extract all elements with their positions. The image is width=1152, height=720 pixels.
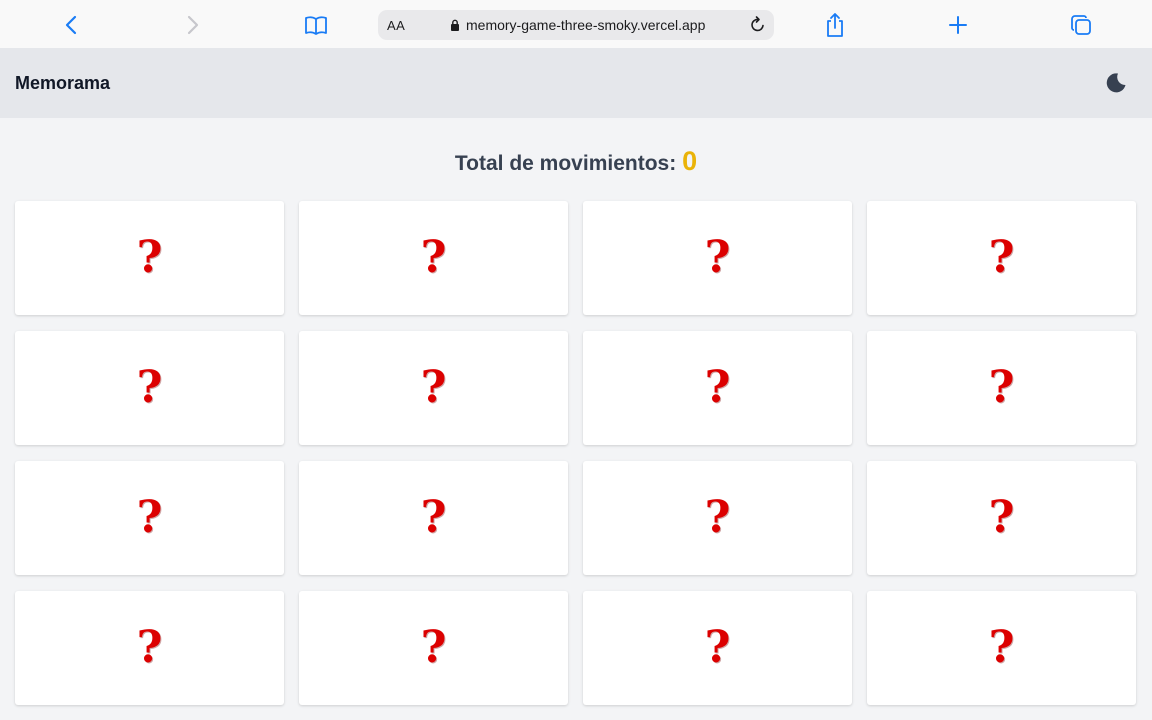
app-title: Memorama [15, 73, 111, 93]
card[interactable]: ? [299, 331, 568, 445]
browser-toolbar: AA memory-game-three-smoky.vercel.app [0, 0, 1152, 48]
card[interactable]: ? [583, 591, 852, 705]
question-mark-icon: ? [704, 492, 731, 543]
chevron-right-icon [187, 15, 199, 35]
card[interactable]: ? [15, 591, 284, 705]
question-mark-icon: ? [704, 362, 731, 413]
question-mark-icon: ? [136, 492, 163, 543]
back-button[interactable] [56, 10, 86, 40]
lock-icon [451, 19, 459, 31]
moon-icon [1106, 73, 1126, 93]
card[interactable]: ? [299, 591, 568, 705]
card[interactable]: ? [867, 591, 1136, 705]
card[interactable]: ? [867, 201, 1136, 315]
card-grid: ? ? ? ? ? ? ? ? ? ? ? ? ? ? ? ? [15, 201, 1136, 705]
question-mark-icon: ? [988, 622, 1015, 673]
card[interactable]: ? [299, 461, 568, 575]
question-mark-icon: ? [988, 492, 1015, 543]
share-button[interactable] [820, 10, 850, 40]
moves-counter: Total de movimientos: 0 [0, 146, 1152, 177]
forward-button[interactable] [178, 10, 208, 40]
text-size-button[interactable]: AA [387, 18, 405, 33]
tabs-overview-button[interactable] [1066, 10, 1096, 40]
card[interactable]: ? [299, 201, 568, 315]
text-size-label: AA [387, 18, 406, 33]
question-mark-icon: ? [420, 362, 447, 413]
question-mark-icon: ? [420, 622, 447, 673]
new-tab-button[interactable] [943, 10, 973, 40]
question-mark-icon: ? [988, 362, 1015, 413]
card[interactable]: ? [583, 201, 852, 315]
app-header: Memorama [0, 48, 1152, 118]
bookmarks-button[interactable] [301, 10, 331, 40]
question-mark-icon: ? [136, 622, 163, 673]
card[interactable]: ? [583, 331, 852, 445]
plus-icon [949, 16, 967, 34]
card[interactable]: ? [15, 201, 284, 315]
moves-label: Total de movimientos: [454, 152, 677, 175]
card[interactable]: ? [15, 331, 284, 445]
theme-toggle-button[interactable] [1104, 71, 1128, 95]
share-icon [827, 13, 843, 37]
question-mark-icon: ? [420, 492, 447, 543]
question-mark-icon: ? [988, 232, 1015, 283]
tabs-icon [1071, 15, 1091, 35]
card[interactable]: ? [583, 461, 852, 575]
address-bar[interactable]: AA memory-game-three-smoky.vercel.app [378, 10, 774, 40]
card[interactable]: ? [867, 461, 1136, 575]
reload-icon[interactable] [748, 15, 768, 35]
book-icon [305, 16, 327, 35]
url-display[interactable]: memory-game-three-smoky.vercel.app [450, 17, 705, 33]
question-mark-icon: ? [136, 362, 163, 413]
question-mark-icon: ? [420, 232, 447, 283]
question-mark-icon: ? [704, 622, 731, 673]
card[interactable]: ? [15, 461, 284, 575]
card[interactable]: ? [867, 331, 1136, 445]
question-mark-icon: ? [704, 232, 731, 283]
question-mark-icon: ? [136, 232, 163, 283]
chevron-left-icon [65, 15, 77, 35]
moves-count: 0 [682, 146, 698, 176]
url-text: memory-game-three-smoky.vercel.app [466, 17, 706, 33]
